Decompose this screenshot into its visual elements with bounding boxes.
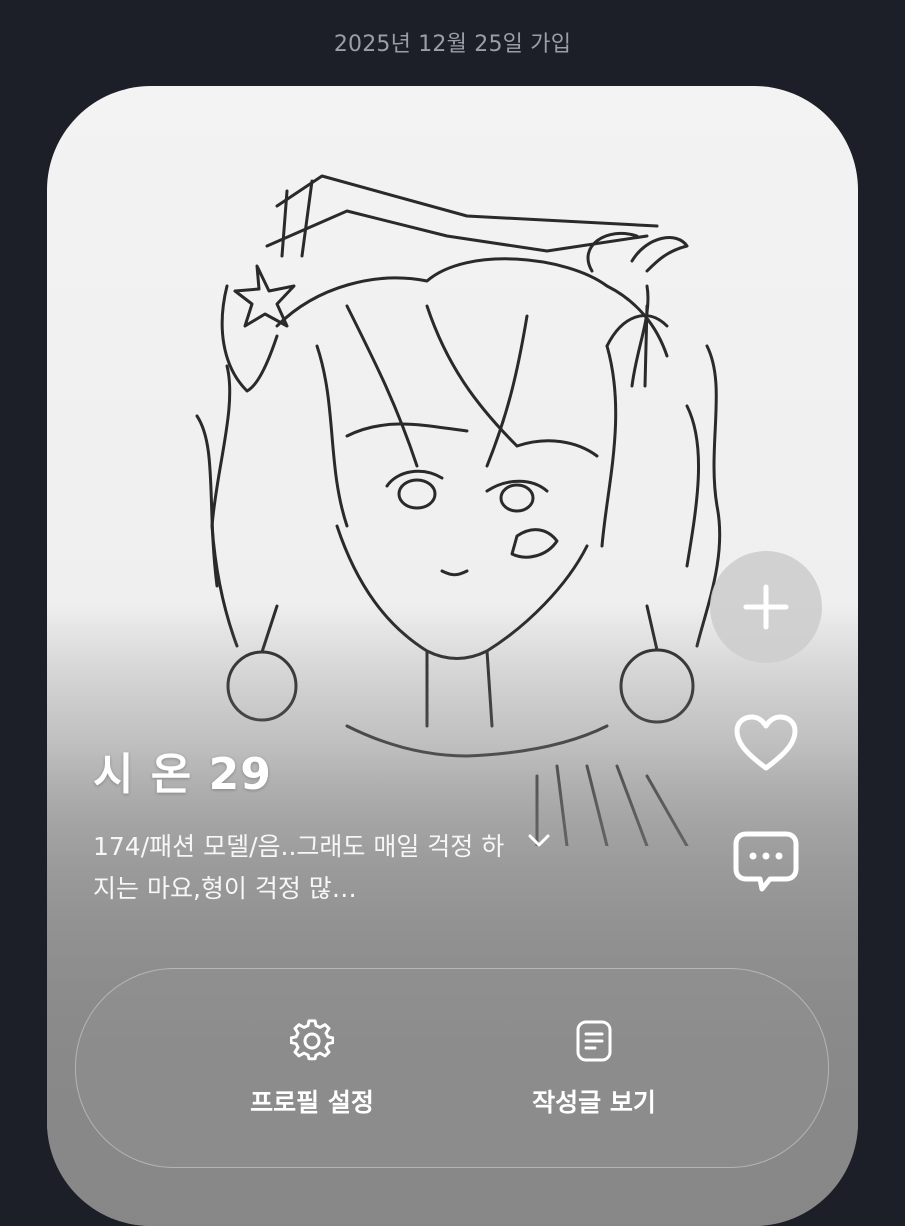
profile-settings-button[interactable]: 프로필 설정 — [162, 969, 462, 1167]
document-icon — [576, 1020, 612, 1062]
view-posts-button[interactable]: 작성글 보기 — [444, 969, 744, 1167]
chat-bubble-icon — [733, 831, 799, 892]
plus-icon — [743, 584, 789, 630]
comment-button[interactable] — [730, 826, 802, 898]
add-button[interactable] — [710, 551, 822, 663]
chevron-down-icon[interactable] — [525, 826, 553, 854]
profile-name: 시 온 29 — [93, 749, 272, 800]
profile-bio: 174/패션 모델/음..그래도 매일 걱정 하지는 마요,형이 걱정 많… — [93, 832, 505, 903]
like-button[interactable] — [730, 710, 802, 776]
profile-actions-bar: 프로필 설정 작성글 보기 — [75, 968, 829, 1168]
join-date: 2025년 12월 25일 가입 — [333, 32, 572, 57]
gear-icon — [290, 1019, 334, 1061]
view-posts-label: 작성글 보기 — [532, 1088, 656, 1117]
profile-card: 시 온 29 174/패션 모델/음..그래도 매일 걱정 하지는 마요,형이 … — [47, 86, 858, 1226]
heart-icon — [734, 714, 798, 771]
profile-settings-label: 프로필 설정 — [250, 1088, 374, 1117]
